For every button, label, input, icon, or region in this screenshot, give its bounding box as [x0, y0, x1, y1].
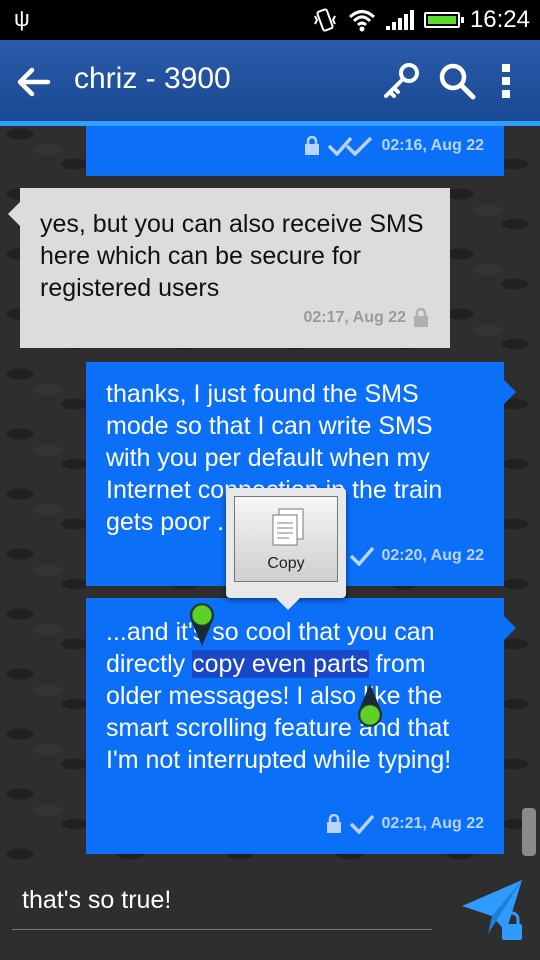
lock-icon [414, 308, 428, 327]
message-time: 02:20, Aug 22 [381, 547, 484, 564]
message-text[interactable]: ...and it's so cool that you can directl… [106, 616, 484, 776]
send-secure-icon[interactable] [460, 876, 530, 946]
copy-button[interactable]: Copy [234, 496, 338, 582]
message-meta: 02:21, Aug 22 [325, 808, 484, 840]
lock-icon [327, 814, 342, 833]
check-icon [350, 546, 375, 566]
message-meta: 02:17, Aug 22 [303, 302, 430, 334]
popup-arrow [276, 598, 300, 610]
selected-text[interactable]: copy even parts [192, 650, 369, 678]
battery-icon [423, 12, 464, 28]
message-meta: 02:16, Aug 22 [303, 130, 484, 162]
copy-icon [272, 508, 304, 546]
selection-end-handle[interactable] [356, 682, 384, 730]
message-time: 02:21, Aug 22 [381, 815, 484, 832]
overflow-menu-icon[interactable] [496, 60, 516, 102]
check-icon [350, 814, 375, 834]
scrollbar[interactable] [522, 808, 536, 856]
wifi-icon [348, 10, 375, 32]
conversation-header: chriz - 3900 [0, 40, 540, 126]
message-input[interactable]: that's so true! [12, 874, 432, 930]
message-meta: 02:20, Aug 22 [349, 540, 484, 572]
copy-popup: Copy [226, 488, 346, 610]
lock-icon [305, 136, 320, 155]
back-arrow-icon[interactable] [12, 60, 56, 104]
message-bubble-incoming[interactable]: yes, but you can also receive SMS here w… [8, 188, 450, 348]
message-bubble-outgoing[interactable]: 02:16, Aug 22 [86, 126, 504, 176]
selection-start-handle[interactable] [188, 600, 216, 648]
bubble-tail [8, 202, 20, 226]
vibrate-icon [314, 8, 336, 32]
double-check-icon [328, 136, 373, 156]
message-text: yes, but you can also receive SMS here w… [40, 210, 424, 302]
status-time: 16:24 [469, 6, 530, 33]
status-icons: 16:24 [312, 6, 530, 34]
conversation-title: chriz - 3900 [74, 62, 231, 95]
message-bubble-outgoing[interactable]: ...and it's so cool that you can directl… [86, 598, 516, 854]
message-time: 02:17, Aug 22 [303, 309, 406, 326]
copy-label: Copy [267, 555, 305, 572]
message-time: 02:16, Aug 22 [381, 137, 484, 154]
key-icon[interactable] [380, 60, 422, 102]
search-icon[interactable] [436, 60, 478, 102]
bubble-tail [504, 380, 516, 404]
status-bar: ψ 16:24 [0, 0, 540, 40]
bubble-tail [504, 616, 516, 640]
composer-bar: that's so true! [0, 860, 540, 960]
signal-icon [385, 10, 414, 30]
usb-icon: ψ [14, 6, 30, 31]
